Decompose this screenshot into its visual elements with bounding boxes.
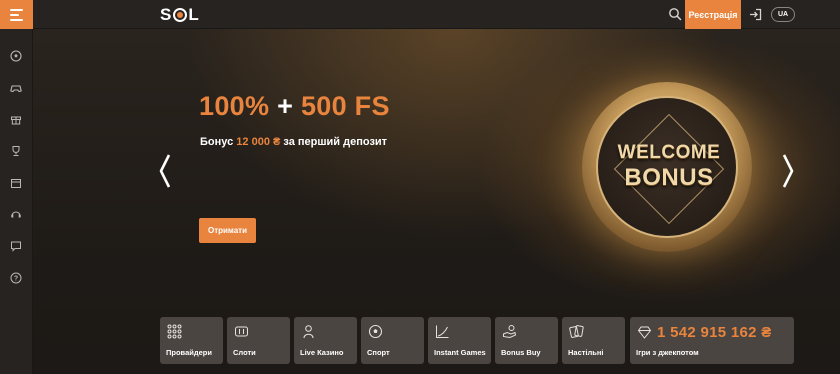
- carousel-prev-arrow-icon[interactable]: [158, 153, 172, 189]
- register-button[interactable]: Реєстрація: [685, 0, 741, 29]
- category-instant-games[interactable]: Instant Games: [428, 317, 491, 364]
- welcome-bonus-coin: WELCOME BONUS: [582, 82, 752, 252]
- gamepad-icon: [10, 85, 22, 93]
- jackpot-amount: 1 542 915 162 ₴: [657, 324, 772, 341]
- category-table-games[interactable]: Настільні: [562, 317, 625, 364]
- get-bonus-button[interactable]: Отримати: [199, 218, 256, 243]
- top-bar: S L Реєстрація UA: [0, 0, 840, 29]
- sidebar-item-sport[interactable]: [8, 48, 24, 64]
- category-slots[interactable]: Слоти: [227, 317, 290, 364]
- category-providers[interactable]: Провайдери: [160, 317, 223, 364]
- casino-page: S L Реєстрація UA ? 100% + 500 FS Бонус …: [0, 0, 840, 374]
- hero-subtitle-suffix: за перший депозит: [280, 136, 388, 148]
- menu-line: [10, 13, 19, 16]
- logo-letter-s: S: [160, 4, 173, 24]
- sidebar: ?: [0, 29, 33, 374]
- category-jackpot[interactable]: 1 542 915 162 ₴ Ігри з джекпотом: [630, 317, 794, 364]
- chart-line-icon: [436, 325, 449, 338]
- soccer-ball-icon: [10, 50, 22, 62]
- category-label: Instant Games: [434, 348, 486, 357]
- diamond-icon: [637, 326, 652, 339]
- category-label: Провайдери: [166, 348, 212, 357]
- sidebar-item-bonuses[interactable]: [8, 111, 24, 127]
- sidebar-item-tournaments[interactable]: [8, 143, 24, 159]
- sidebar-item-calendar[interactable]: [8, 175, 24, 191]
- grid-dots-icon: [167, 324, 182, 339]
- language-selector[interactable]: UA: [771, 7, 795, 22]
- hero-subtitle-prefix: Бонус: [200, 136, 237, 148]
- hand-coin-icon: [503, 325, 517, 339]
- carousel-next-arrow-icon[interactable]: [781, 153, 795, 189]
- category-live-casino[interactable]: Live Казино: [294, 317, 357, 364]
- coin-text-welcome: WELCOME: [617, 142, 721, 163]
- hero-title-fs: 500 FS: [300, 91, 390, 121]
- category-label: Bonus Buy: [501, 348, 541, 357]
- soccer-ball-icon: [368, 324, 383, 339]
- hero-title-percent: 100%: [199, 91, 270, 121]
- coin-text-bonus: BONUS: [624, 164, 714, 191]
- sidebar-item-chat[interactable]: [8, 238, 24, 254]
- hero-bonus-amount: 12 000 ₴: [236, 136, 281, 148]
- menu-line: [10, 8, 23, 11]
- help-icon: ?: [10, 272, 22, 284]
- category-label: Ігри з джекпотом: [636, 348, 699, 357]
- logo-letter-l: L: [188, 4, 200, 24]
- calendar-icon: [11, 179, 21, 188]
- sidebar-item-support[interactable]: [8, 206, 24, 222]
- sidebar-item-games[interactable]: [8, 80, 24, 96]
- chat-icon: [11, 241, 21, 252]
- login-icon[interactable]: [749, 8, 762, 21]
- dealer-icon: [303, 325, 314, 339]
- gift-icon: [11, 116, 21, 125]
- menu-button[interactable]: [0, 0, 33, 29]
- category-label: Live Казино: [300, 348, 344, 357]
- logo-sun-icon: [173, 7, 188, 22]
- trophy-icon: [12, 146, 20, 156]
- category-bonus-buy[interactable]: Bonus Buy: [495, 317, 558, 364]
- hero-title-plus: +: [269, 91, 301, 121]
- slot-machine-icon: [235, 326, 248, 337]
- svg-text:?: ?: [14, 276, 18, 283]
- logo[interactable]: S L: [160, 5, 200, 24]
- cards-icon: [569, 325, 584, 338]
- hero-subtitle: Бонус 12 000 ₴ за перший депозит: [200, 136, 387, 148]
- category-label: Настільні: [568, 348, 604, 357]
- category-label: Слоти: [233, 348, 256, 357]
- search-icon[interactable]: [668, 7, 682, 21]
- category-label: Спорт: [367, 348, 390, 357]
- support-icon: [11, 211, 21, 218]
- sidebar-item-help[interactable]: ?: [8, 270, 24, 286]
- menu-line: [10, 18, 23, 21]
- coin-face: WELCOME BONUS: [596, 96, 738, 238]
- category-sport[interactable]: Спорт: [361, 317, 424, 364]
- hero-title: 100% + 500 FS: [199, 91, 390, 122]
